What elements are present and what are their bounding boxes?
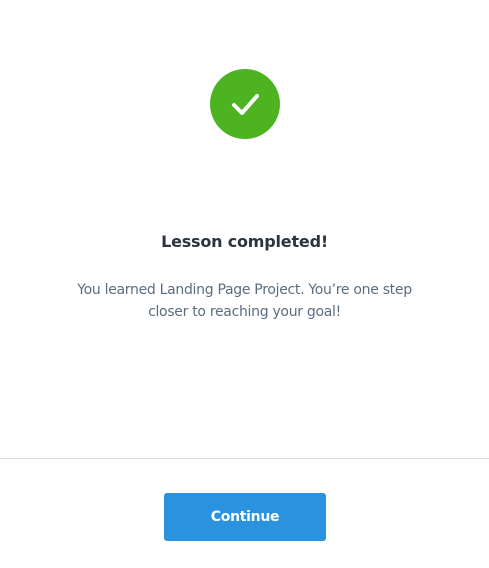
- divider: [0, 458, 489, 459]
- lesson-completed-title: Lesson completed!: [161, 232, 328, 251]
- lesson-completed-message: You learned Landing Page Project. You’re…: [77, 282, 412, 320]
- continue-button[interactable]: Continue: [164, 493, 326, 541]
- checkmark-circle-icon: [210, 69, 280, 139]
- checkmark-icon: [232, 94, 259, 115]
